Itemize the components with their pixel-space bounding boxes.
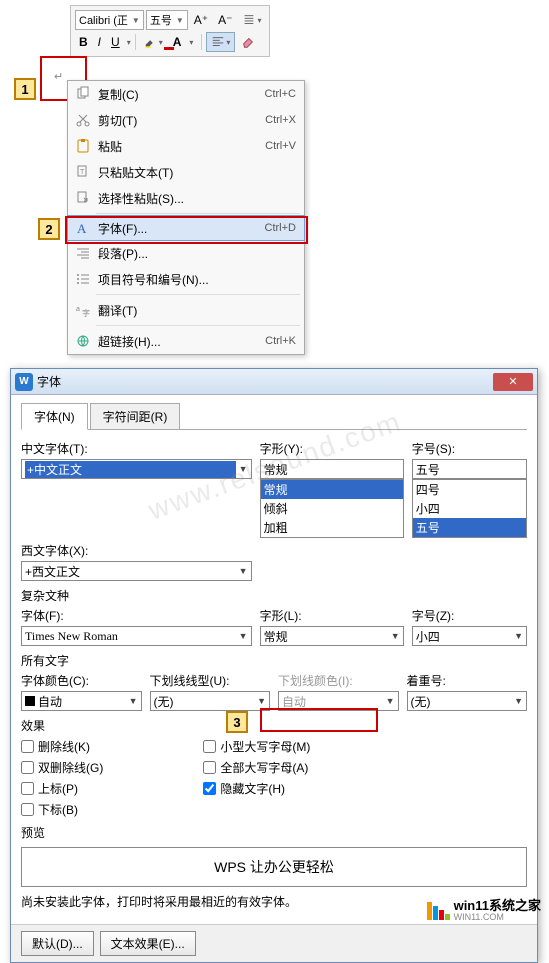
emph-label: 着重号:: [407, 672, 528, 689]
ctx-copy[interactable]: 复制(C)Ctrl+C: [68, 81, 304, 107]
cn-font-combo[interactable]: +中文正文▼: [21, 459, 252, 479]
dialog-title: 字体: [37, 373, 493, 390]
bold-button[interactable]: B: [75, 33, 92, 51]
color-label: 字体颜色(C):: [21, 672, 142, 689]
font-color-button[interactable]: A▾: [169, 33, 198, 51]
texteffect-button[interactable]: 文本效果(E)...: [100, 931, 196, 956]
preview-label: 预览: [21, 824, 527, 841]
chk-strike[interactable]: 删除线(K): [21, 738, 103, 755]
cfont-label: 字体(F):: [21, 607, 252, 624]
svg-text:T: T: [80, 169, 85, 176]
translate-icon: a字: [72, 302, 94, 318]
font-dialog: W 字体 ✕ 字体(N) 字符间距(R) 中文字体(T): +中文正文▼ 字形(…: [10, 368, 538, 963]
site-logo: win11系统之家WIN11.COM: [427, 899, 541, 923]
italic-button[interactable]: I: [94, 33, 105, 51]
callout-2: 2: [38, 218, 60, 240]
chk-sub[interactable]: 下标(B): [21, 801, 103, 818]
ulcolor-combo: 自动▼: [278, 691, 399, 711]
ul-combo[interactable]: (无)▼: [150, 691, 271, 711]
ctx-hyperlink[interactable]: 超链接(H)...Ctrl+K: [68, 328, 304, 354]
line-spacing-icon: [242, 13, 256, 27]
copy-icon: [72, 86, 94, 102]
dialog-titlebar: W 字体 ✕: [11, 369, 537, 395]
tab-font[interactable]: 字体(N): [21, 403, 88, 430]
style-combo[interactable]: 常规: [260, 459, 404, 479]
ctx-bullets[interactable]: 项目符号和编号(N)...: [68, 266, 304, 292]
ctx-translate[interactable]: a字 翻译(T): [68, 297, 304, 323]
ul-label: 下划线线型(U):: [150, 672, 271, 689]
formatting-toolbar: Calibri (正▼ 五号▼ A⁺ A⁻ ▾ B I U▾ ▾ A▾ ▾: [70, 5, 270, 57]
cstyle-label: 字形(L):: [260, 607, 404, 624]
complex-label: 复杂文种: [21, 587, 527, 604]
size-listbox[interactable]: 四号 小四 五号: [412, 479, 527, 538]
ctx-font[interactable]: A 字体(F)...Ctrl+D: [67, 215, 305, 241]
ctx-paragraph[interactable]: 段落(P)...: [68, 240, 304, 266]
font-icon: A: [72, 220, 94, 236]
context-menu: 复制(C)Ctrl+C 剪切(T)Ctrl+X 粘贴Ctrl+V T 只粘贴文本…: [67, 80, 305, 355]
callout-1: 1: [14, 78, 36, 100]
csize-combo[interactable]: 小四▼: [412, 626, 527, 646]
style-listbox[interactable]: 常规 倾斜 加粗: [260, 479, 404, 538]
en-font-label: 西文字体(X):: [21, 542, 252, 559]
font-size-select[interactable]: 五号▼: [146, 10, 188, 30]
ulcolor-label: 下划线颜色(I):: [278, 672, 399, 689]
cn-font-label: 中文字体(T):: [21, 440, 252, 457]
ctx-cut[interactable]: 剪切(T)Ctrl+X: [68, 107, 304, 133]
size-label: 字号(S):: [412, 440, 527, 457]
align-button[interactable]: ▾: [206, 32, 235, 52]
shrink-font-button[interactable]: A⁻: [214, 11, 236, 29]
app-icon: W: [15, 373, 33, 391]
highlight-button[interactable]: ▾: [140, 33, 167, 51]
link-icon: [72, 333, 94, 349]
chk-smallcaps[interactable]: 小型大写字母(M): [203, 738, 310, 755]
scissors-icon: [72, 112, 94, 128]
ctx-paste[interactable]: 粘贴Ctrl+V: [68, 133, 304, 159]
svg-text:A: A: [77, 221, 87, 236]
clipboard-icon: [72, 138, 94, 154]
csize-label: 字号(Z):: [412, 607, 527, 624]
paragraph-icon: [72, 245, 94, 261]
paragraph-mark: ↵: [54, 70, 63, 83]
grow-font-button[interactable]: A⁺: [190, 11, 212, 29]
highlight-icon: [144, 35, 158, 49]
ctx-paste-text[interactable]: T 只粘贴文本(T): [68, 159, 304, 185]
chk-dstrike[interactable]: 双删除线(G): [21, 759, 103, 776]
effects-label: 效果: [21, 717, 527, 734]
default-button[interactable]: 默认(D)...: [21, 931, 94, 956]
chk-sup[interactable]: 上标(P): [21, 780, 103, 797]
color-combo[interactable]: 自动▼: [21, 691, 142, 711]
preview-box: WPS 让办公更轻松: [21, 847, 527, 887]
cstyle-combo[interactable]: 常规▼: [260, 626, 404, 646]
ctx-paste-special[interactable]: 选择性粘贴(S)...: [68, 185, 304, 211]
align-icon: [211, 35, 225, 49]
paste-special-icon: [72, 190, 94, 206]
size-combo[interactable]: 五号: [412, 459, 527, 479]
underline-button[interactable]: U: [107, 33, 124, 51]
tab-spacing[interactable]: 字符间距(R): [90, 403, 181, 430]
bullets-icon: [72, 271, 94, 287]
svg-text:a: a: [76, 306, 80, 313]
alltext-label: 所有文字: [21, 652, 527, 669]
eraser-icon: [241, 35, 255, 49]
eraser-button[interactable]: [237, 33, 259, 51]
svg-text:字: 字: [82, 308, 90, 318]
close-button[interactable]: ✕: [493, 373, 533, 391]
callout-3: 3: [226, 711, 248, 733]
emph-combo[interactable]: (无)▼: [407, 691, 528, 711]
chk-allcaps[interactable]: 全部大写字母(A): [203, 759, 310, 776]
line-spacing-button[interactable]: ▾: [238, 11, 265, 29]
paste-text-icon: T: [72, 164, 94, 180]
en-font-combo[interactable]: +西文正文▼: [21, 561, 252, 581]
style-label: 字形(Y):: [260, 440, 404, 457]
font-name-select[interactable]: Calibri (正▼: [75, 10, 144, 30]
cfont-combo[interactable]: Times New Roman▼: [21, 626, 252, 646]
chk-hidden[interactable]: 隐藏文字(H): [203, 780, 310, 797]
